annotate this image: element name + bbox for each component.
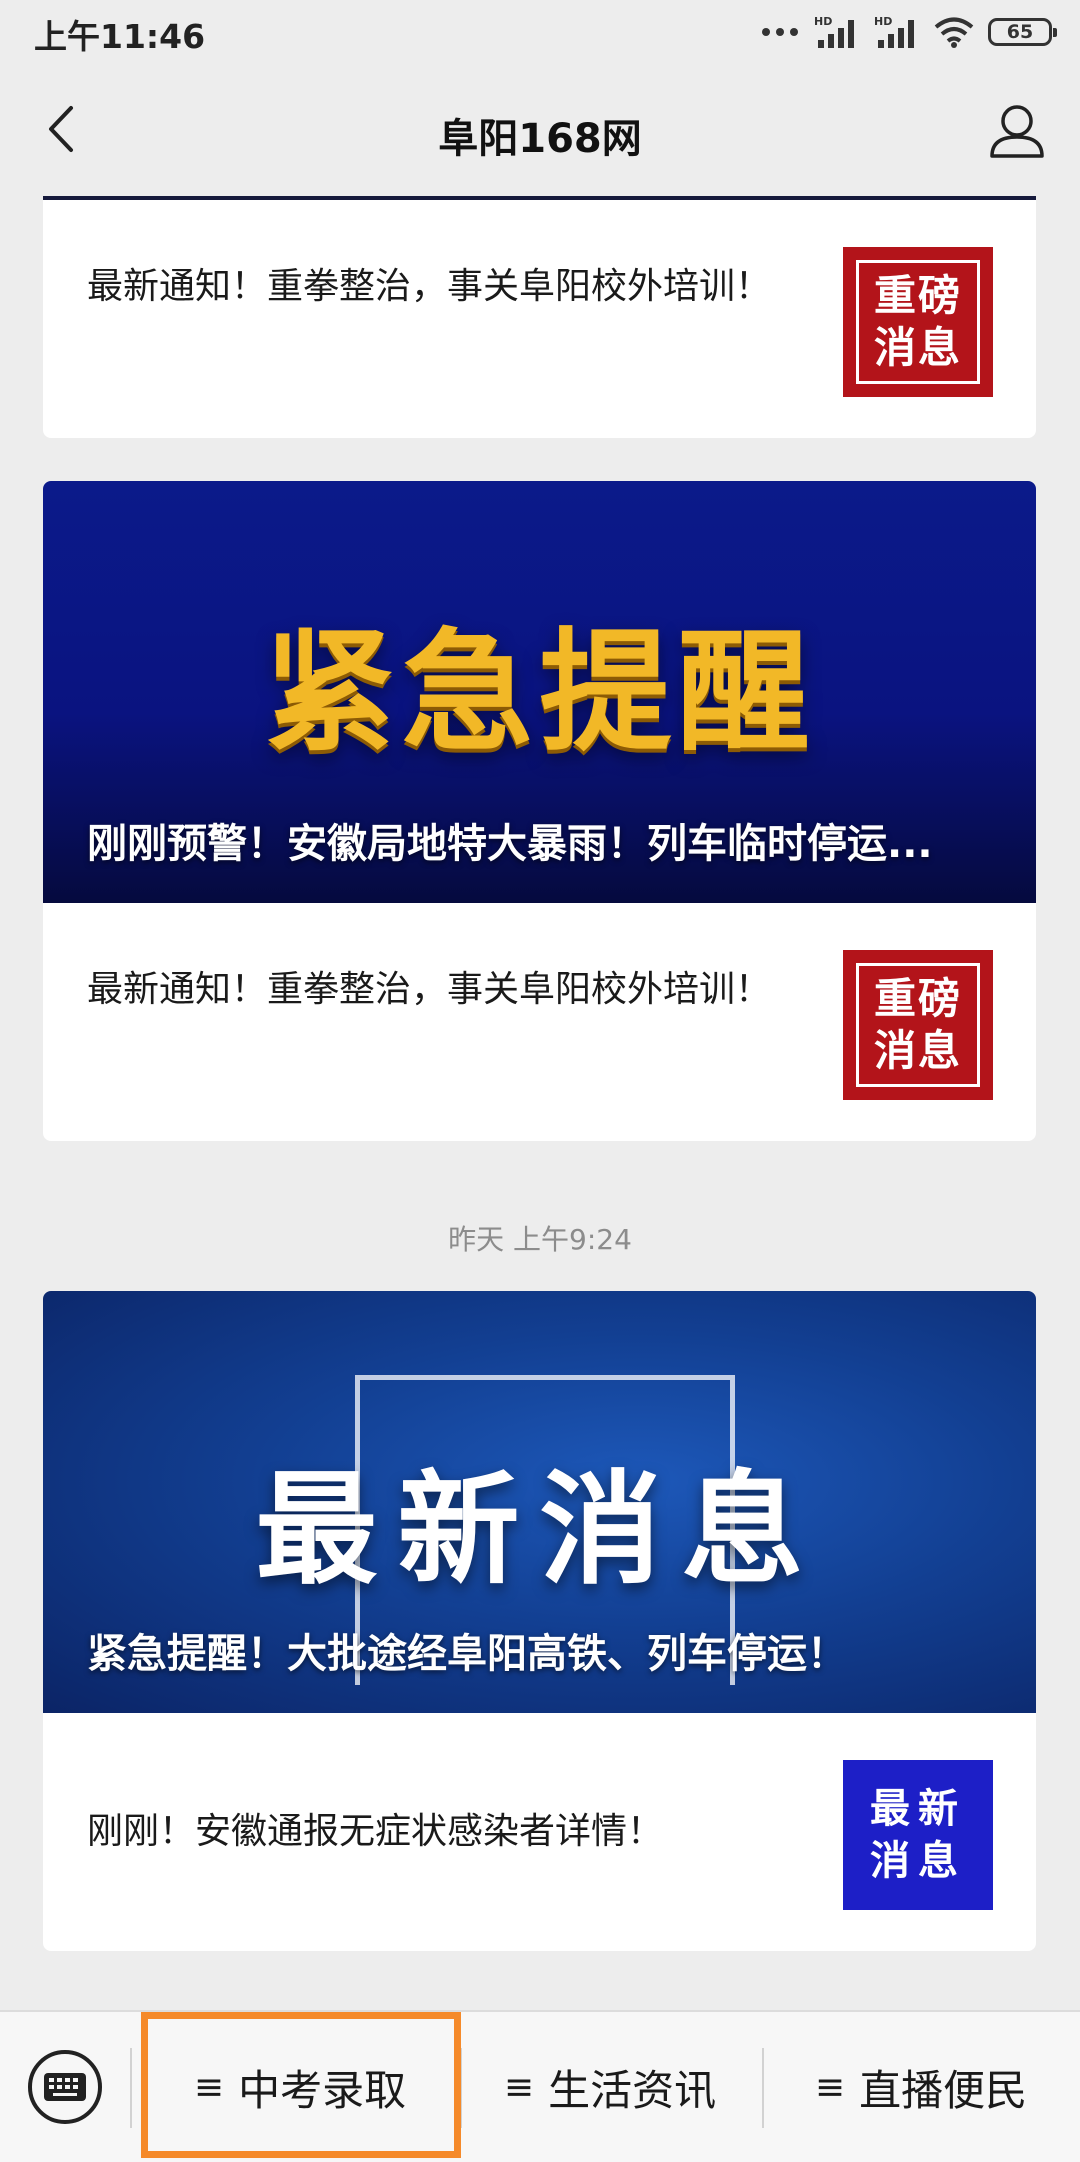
article-title: 最新通知！重拳整治，事关阜阳校外培训！ xyxy=(87,266,772,307)
article-title: 刚刚！安徽通报无症状感染者详情！ xyxy=(87,1811,664,1852)
menu-item-label: 生活资讯 xyxy=(548,2065,717,2115)
article-title: 最新通知！重拳整治，事关阜阳校外培训！ xyxy=(87,969,772,1010)
hd-signal-icon: HD xyxy=(814,15,854,48)
thumbnail-label: 最新消息 xyxy=(870,1786,966,1884)
message-card[interactable]: 紧急提醒 刚刚预警！安徽局地特大暴雨！列车临时停运... 最新通知！重拳整治，事… xyxy=(43,481,1036,1141)
hd-signal-icon: HD xyxy=(874,15,914,48)
message-card[interactable]: 最新通知！重拳整治，事关阜阳校外培训！ 重磅消息 xyxy=(43,200,1036,438)
article-row[interactable]: 最新通知！重拳整治，事关阜阳校外培训！ 重磅消息 xyxy=(43,903,1036,1139)
message-card[interactable]: 最新消息 紧急提醒！大批途经阜阳高铁、列车停运！ 刚刚！安徽通报无症状感染者详情… xyxy=(43,1291,1036,1951)
banner-title: 紧急提醒 xyxy=(263,616,816,770)
status-icons: HD HD 65 xyxy=(760,10,1057,54)
menu-item-live-services[interactable]: ≡ 直播便民 xyxy=(762,2012,1080,2162)
thumbnail-label: 重磅消息 xyxy=(873,271,962,372)
menu-divider xyxy=(130,2048,132,2128)
menu-item-life-news[interactable]: ≡ 生活资讯 xyxy=(460,2012,760,2162)
status-bar: 上午11:46 HD HD 65 xyxy=(0,0,1080,66)
menu-item-label: 直播便民 xyxy=(859,2065,1028,2115)
user-icon xyxy=(990,105,1044,158)
article-thumbnail: 重磅消息 xyxy=(843,247,993,397)
status-time: 上午11:46 xyxy=(34,17,206,56)
banner-article[interactable]: 紧急提醒 刚刚预警！安徽局地特大暴雨！列车临时停运... xyxy=(43,481,1036,903)
article-thumbnail: 重磅消息 xyxy=(843,950,993,1100)
banner-article[interactable]: 最新消息 紧急提醒！大批途经阜阳高铁、列车停运！ xyxy=(43,1291,1036,1713)
svg-text:HD: HD xyxy=(814,15,832,28)
highlight-box xyxy=(141,2012,461,2158)
page-title: 阜阳168网 xyxy=(438,116,642,162)
banner-caption: 刚刚预警！安徽局地特大暴雨！列车临时停运... xyxy=(87,821,933,867)
battery-icon: 65 xyxy=(988,18,1057,46)
banner-title: 最新消息 xyxy=(255,1459,824,1601)
thumbnail-label: 重磅消息 xyxy=(873,974,962,1075)
profile-button[interactable] xyxy=(984,98,1050,164)
nav-bar: 阜阳168网 xyxy=(0,66,1080,196)
keyboard-toggle-button[interactable] xyxy=(28,2050,102,2124)
message-timestamp: 昨天 上午9:24 xyxy=(448,1223,632,1256)
article-thumbnail: 最新消息 xyxy=(843,1760,993,1910)
more-dots-icon xyxy=(762,28,798,36)
article-row[interactable]: 最新通知！重拳整治，事关阜阳校外培训！ 重磅消息 xyxy=(43,200,1036,436)
keyboard-icon xyxy=(44,2073,86,2101)
wifi-icon xyxy=(934,17,974,48)
menu-list-icon: ≡ xyxy=(503,2066,535,2108)
banner-caption: 紧急提醒！大批途经阜阳高铁、列车停运！ xyxy=(87,1631,847,1677)
menu-list-icon: ≡ xyxy=(814,2066,846,2108)
article-row[interactable]: 刚刚！安徽通报无症状感染者详情！ 最新消息 xyxy=(43,1713,1036,1949)
svg-text:HD: HD xyxy=(874,15,892,28)
